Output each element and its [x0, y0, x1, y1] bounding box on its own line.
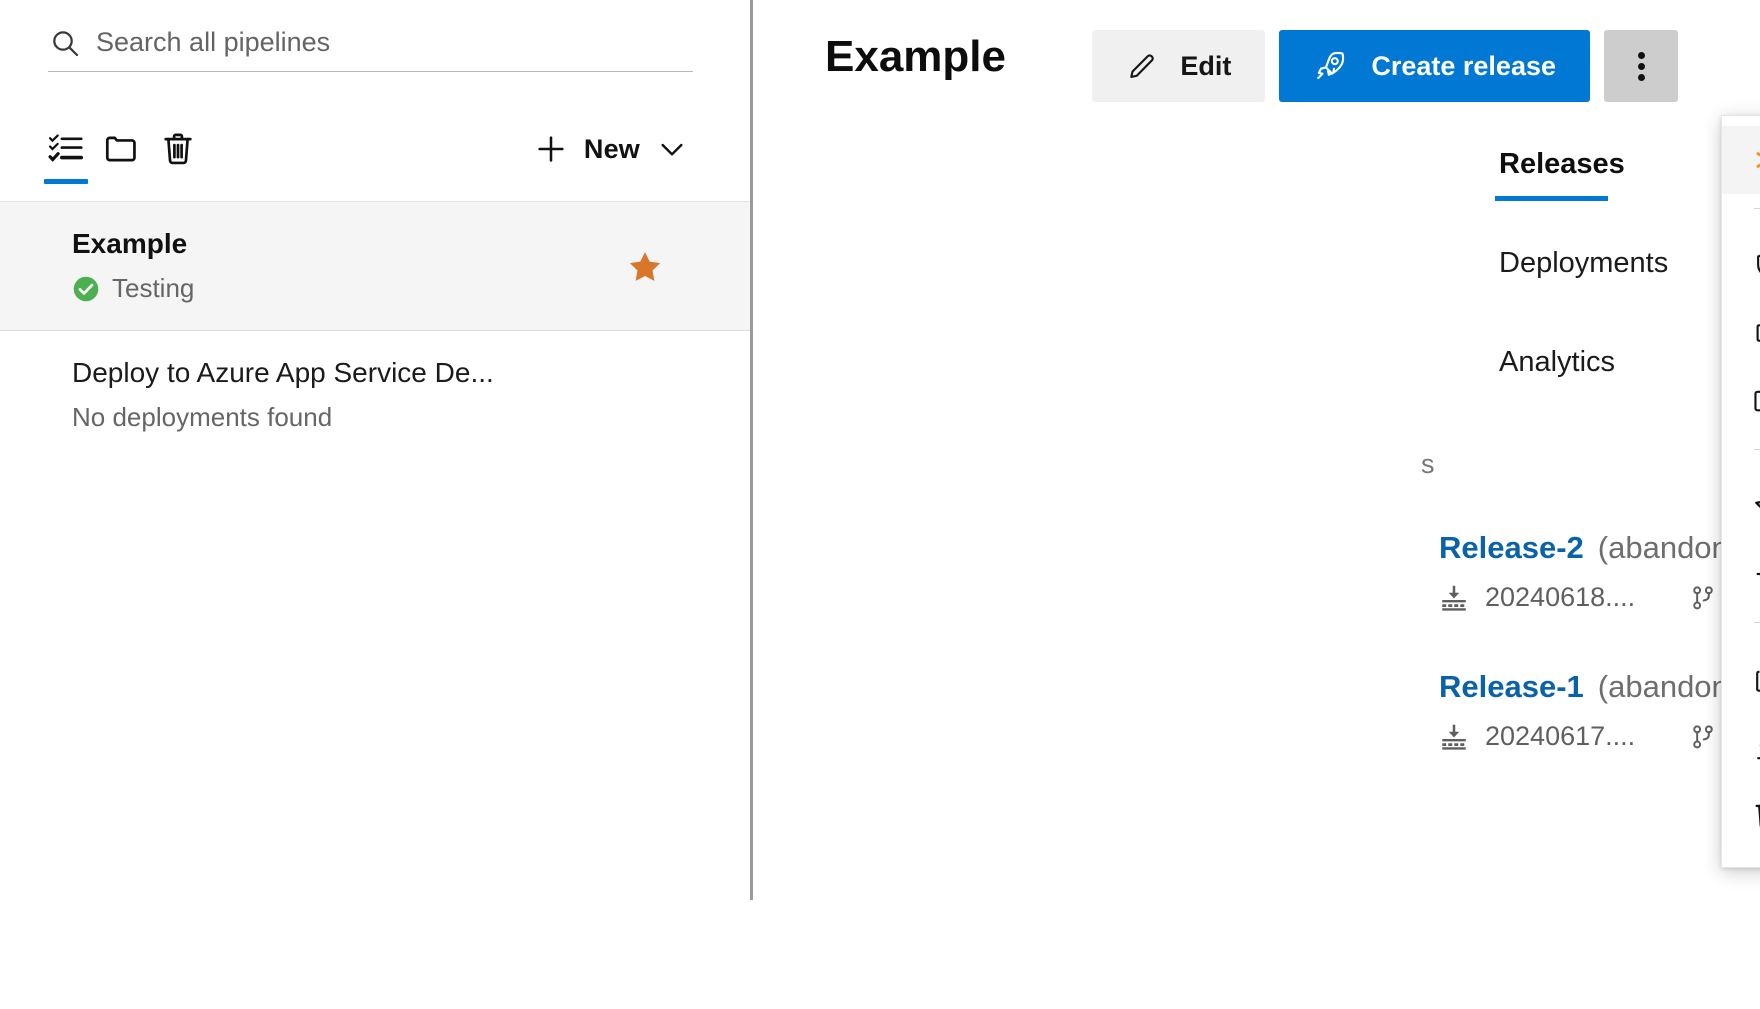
release-state: (abandon	[1598, 669, 1729, 705]
list-item[interactable]: Release-1 (abandon	[1439, 669, 1760, 752]
pipeline-name: Example	[72, 226, 714, 261]
app-root: New Example Test	[0, 0, 1760, 1009]
new-pipeline-button[interactable]: New	[534, 132, 698, 166]
build-artifact-icon	[1439, 584, 1469, 612]
release-meta-row: 20240618.... ma	[1439, 582, 1760, 613]
rocket-icon	[1313, 49, 1347, 83]
folder-icon	[104, 132, 140, 166]
pencil-icon	[1126, 50, 1158, 82]
menu-item-custom-release-definition-action[interactable]: Custom release definition action	[1722, 126, 1760, 194]
pipeline-status: Testing	[72, 273, 714, 304]
menu-separator	[1754, 449, 1760, 450]
star-outline-icon	[1752, 489, 1760, 523]
release-title-row: Release-1 (abandon	[1439, 669, 1760, 705]
pipeline-name: Deploy to Azure App Service De...	[72, 355, 714, 390]
shield-icon	[1752, 249, 1760, 281]
release-meta-row: 20240617.... ma	[1439, 721, 1760, 752]
menu-item-add-to-dashboard[interactable]: Add to dashboard	[1722, 540, 1760, 608]
all-pipelines-button[interactable]	[38, 123, 94, 175]
release-title-row: Release-2 (abandon	[1439, 530, 1760, 566]
create-release-button-label: Create release	[1371, 51, 1556, 82]
asterisk-icon	[1752, 143, 1760, 177]
list-item[interactable]: Deploy to Azure App Service De... No dep…	[0, 331, 750, 459]
pipelines-sidebar: New Example Test	[0, 0, 750, 1009]
menu-item-delete[interactable]: Delete	[1722, 781, 1760, 849]
sidebar-toolbar: New	[38, 118, 698, 180]
branch-icon	[1689, 584, 1717, 612]
search-input[interactable]	[96, 26, 656, 58]
create-release-button[interactable]: Create release	[1279, 30, 1590, 102]
folders-button[interactable]	[94, 123, 150, 175]
menu-separator	[1754, 208, 1760, 209]
folder-icon	[1752, 385, 1760, 417]
build-artifact-icon	[1439, 723, 1469, 751]
more-actions-button[interactable]	[1604, 30, 1678, 102]
release-link[interactable]: Release-2	[1439, 530, 1584, 566]
tab-deployments[interactable]: Deployments	[1495, 229, 1672, 306]
clipped-text-fragment: s	[1421, 449, 1435, 480]
rename-icon	[1752, 317, 1760, 349]
tab-label: Deployments	[1499, 247, 1668, 279]
plus-icon	[1752, 557, 1760, 591]
list-item[interactable]: Release-2 (abandon	[1439, 530, 1760, 613]
star-filled-icon[interactable]	[626, 248, 664, 286]
tab-analytics[interactable]: Analytics	[1495, 328, 1672, 405]
deleted-pipelines-button[interactable]	[150, 123, 206, 175]
release-list: Release-2 (abandon	[1439, 530, 1760, 808]
artifact-version: 20240618....	[1485, 582, 1635, 613]
menu-item-export[interactable]: Export	[1722, 713, 1760, 781]
menu-separator	[1754, 622, 1760, 623]
menu-item-rename[interactable]: Rename	[1722, 299, 1760, 367]
tab-label: Analytics	[1499, 346, 1615, 378]
new-button-label: New	[584, 134, 640, 165]
copy-icon	[1752, 663, 1760, 695]
edit-button[interactable]: Edit	[1092, 30, 1265, 102]
tab-releases[interactable]: Releases	[1495, 130, 1672, 207]
header-actions: Edit Create release	[1092, 30, 1678, 102]
pipeline-status-text: No deployments found	[72, 402, 332, 433]
search-icon	[48, 26, 82, 60]
page-title-wrap: Example	[825, 32, 1006, 82]
more-actions-context-menu: Custom release definition action Securit…	[1721, 115, 1760, 868]
download-icon	[1752, 731, 1760, 763]
release-definition-pane: Example Edit	[753, 0, 1760, 1009]
plus-icon	[534, 132, 568, 166]
release-state: (abandon	[1598, 530, 1729, 566]
check-circle-icon	[72, 275, 100, 303]
pipeline-status-text: Testing	[112, 273, 194, 304]
menu-item-clone[interactable]: Clone	[1722, 645, 1760, 713]
release-link[interactable]: Release-1	[1439, 669, 1584, 705]
checklist-icon	[48, 132, 84, 166]
artifact-version: 20240617....	[1485, 721, 1635, 752]
list-item[interactable]: Example Testing	[0, 201, 750, 331]
definition-tabs: Releases Deployments Analytics	[1495, 130, 1672, 427]
page-title: Example	[825, 32, 1006, 82]
branch-icon	[1689, 723, 1717, 751]
search-box[interactable]	[48, 14, 693, 72]
menu-item-remove-from-my-favorites[interactable]: Remove from my favorites	[1722, 472, 1760, 540]
trash-icon	[1752, 798, 1760, 832]
pipeline-list: Example Testing De	[0, 201, 750, 459]
menu-item-security[interactable]: Security	[1722, 231, 1760, 299]
edit-button-label: Edit	[1180, 51, 1231, 82]
more-vertical-icon	[1638, 48, 1645, 85]
trash-icon	[161, 131, 195, 167]
menu-item-move[interactable]: Move	[1722, 367, 1760, 435]
tab-label: Releases	[1499, 148, 1625, 180]
pipeline-status: No deployments found	[72, 402, 714, 433]
chevron-down-icon[interactable]	[656, 133, 688, 165]
